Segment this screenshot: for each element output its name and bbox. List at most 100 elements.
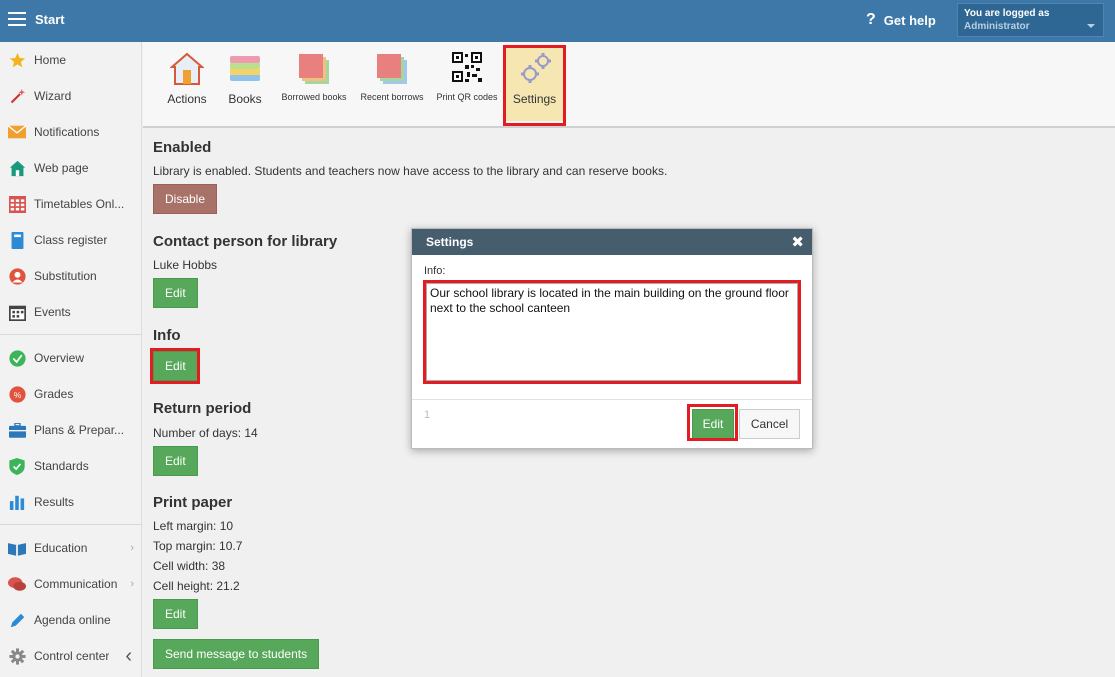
tool-recent-borrows[interactable]: Recent borrows — [358, 50, 426, 102]
check-circle-icon — [8, 349, 26, 367]
sidebar-item-home[interactable]: Home — [0, 42, 142, 78]
sidebar-item-agenda[interactable]: Agenda online — [0, 602, 142, 638]
sidebar-label: Notifications — [34, 125, 100, 139]
sidebar-item-notifications[interactable]: Notifications — [0, 114, 142, 150]
sidebar-label: Plans & Prepar... — [34, 423, 125, 437]
chat-icon — [8, 575, 26, 593]
section-title-return-period: Return period — [153, 400, 252, 417]
star-icon — [8, 51, 26, 69]
tool-label: Books — [228, 92, 262, 106]
envelope-icon — [8, 123, 26, 141]
dialog-header: Settings ✖ — [412, 229, 812, 255]
tool-label: Recent borrows — [360, 92, 424, 102]
login-user: Administrator — [964, 21, 1030, 32]
section-title-print-paper: Print paper — [153, 494, 233, 511]
house-icon — [8, 159, 26, 177]
tool-borrowed-books[interactable]: Borrowed books — [279, 50, 349, 102]
wand-icon — [8, 87, 26, 105]
sidebar-item-standards[interactable]: Standards — [0, 448, 142, 484]
left-margin: Left margin: 10 — [153, 519, 234, 533]
sidebar-item-wizard[interactable]: Wizard — [0, 78, 142, 114]
sidebar-item-timetables[interactable]: Timetables Onl... — [0, 186, 142, 222]
tool-print-qr[interactable]: Print QR codes — [435, 50, 499, 102]
sidebar-item-overview[interactable]: Overview — [0, 340, 142, 376]
tool-books[interactable]: Books — [225, 50, 265, 106]
question-icon: ? — [866, 11, 876, 28]
help-label: Get help — [883, 12, 936, 28]
char-counter: 1 — [424, 409, 431, 421]
sidebar-label: Timetables Onl... — [34, 197, 125, 211]
sidebar-divider — [0, 524, 142, 525]
return-edit-button[interactable]: Edit — [153, 446, 198, 476]
print-edit-button[interactable]: Edit — [153, 599, 198, 629]
pen-icon — [8, 611, 26, 629]
sidebar-item-events[interactable]: Events — [0, 294, 142, 330]
menu-icon[interactable] — [8, 12, 26, 26]
help-link[interactable]: ? Get help — [866, 11, 936, 29]
info-edit-button[interactable]: Edit — [153, 351, 198, 381]
cell-height: Cell height: 21.2 — [153, 579, 240, 593]
sidebar-item-control-center[interactable]: Control center ‹ — [0, 638, 142, 674]
sidebar-item-substitution[interactable]: Substitution — [0, 258, 142, 294]
svg-text:%: % — [13, 389, 21, 399]
sidebar-item-education[interactable]: Education › — [0, 530, 142, 566]
qr-code-icon — [450, 52, 484, 86]
login-caption: You are logged as — [964, 8, 1050, 19]
user-menu[interactable]: You are logged as Administrator — [957, 3, 1104, 37]
open-book-icon — [8, 539, 26, 557]
info-textarea[interactable]: Our school library is located in the mai… — [426, 283, 798, 381]
sidebar-label: Events — [34, 305, 71, 319]
sidebar-item-grades[interactable]: % Grades — [0, 376, 142, 412]
module-toolbar: Actions Books Borrowed books Recent borr… — [143, 42, 1115, 128]
sidebar-divider — [0, 334, 142, 335]
sidebar-item-results[interactable]: Results — [0, 484, 142, 520]
dialog-edit-button[interactable]: Edit — [692, 409, 734, 439]
dialog-footer-divider — [412, 399, 812, 400]
tool-label: Actions — [167, 92, 207, 106]
chevron-left-icon[interactable]: ‹ — [125, 645, 132, 668]
sidebar-label: Overview — [34, 351, 85, 365]
dialog-cancel-button[interactable]: Cancel — [739, 409, 800, 439]
sidebar-label: Substitution — [34, 269, 97, 283]
settings-dialog: Settings ✖ Info: Our school library is l… — [411, 228, 813, 449]
tool-label: Print QR codes — [436, 92, 498, 102]
chevron-down-icon — [1087, 24, 1095, 28]
sidebar-label: Control center — [34, 649, 110, 663]
tool-label: Borrowed books — [281, 92, 347, 102]
house-icon — [169, 52, 205, 86]
sidebar-item-web-page[interactable]: Web page — [0, 150, 142, 186]
briefcase-icon — [8, 421, 26, 439]
return-days: Number of days: 14 — [153, 426, 258, 440]
sidebar: Home Wizard Notifications Web page Timet… — [0, 42, 142, 677]
section-title-contact: Contact person for library — [153, 233, 338, 250]
chevron-right-icon: › — [130, 578, 134, 590]
grid-calendar-icon — [8, 195, 26, 213]
tool-settings[interactable]: Settings — [506, 47, 563, 121]
cell-width: Cell width: 38 — [153, 559, 226, 573]
chevron-right-icon: › — [130, 542, 134, 554]
person-icon — [8, 267, 26, 285]
tool-label: Settings — [512, 92, 557, 106]
stacked-cards-icon — [375, 52, 409, 86]
sidebar-label: Wizard — [34, 89, 72, 103]
sidebar-item-plans[interactable]: Plans & Prepar... — [0, 412, 142, 448]
dialog-title: Settings — [426, 235, 474, 249]
info-field-label: Info: — [424, 265, 446, 277]
disable-button[interactable]: Disable — [153, 184, 218, 214]
tool-actions[interactable]: Actions — [163, 50, 211, 106]
gear-icon — [8, 647, 26, 665]
bar-chart-icon — [8, 493, 26, 511]
calendar-icon — [8, 303, 26, 321]
grades-icon: % — [8, 385, 26, 403]
app-title[interactable]: Start — [35, 12, 65, 27]
stacked-cards-icon — [297, 52, 331, 86]
sidebar-item-communication[interactable]: Communication › — [0, 566, 142, 602]
close-icon[interactable]: ✖ — [791, 233, 804, 251]
contact-edit-button[interactable]: Edit — [153, 278, 198, 308]
enabled-text: Library is enabled. Students and teacher… — [153, 164, 668, 178]
book-icon — [8, 231, 26, 249]
books-icon — [228, 52, 262, 86]
send-message-button[interactable]: Send message to students — [153, 639, 320, 669]
sidebar-label: Class register — [34, 233, 108, 247]
sidebar-item-class-register[interactable]: Class register — [0, 222, 142, 258]
